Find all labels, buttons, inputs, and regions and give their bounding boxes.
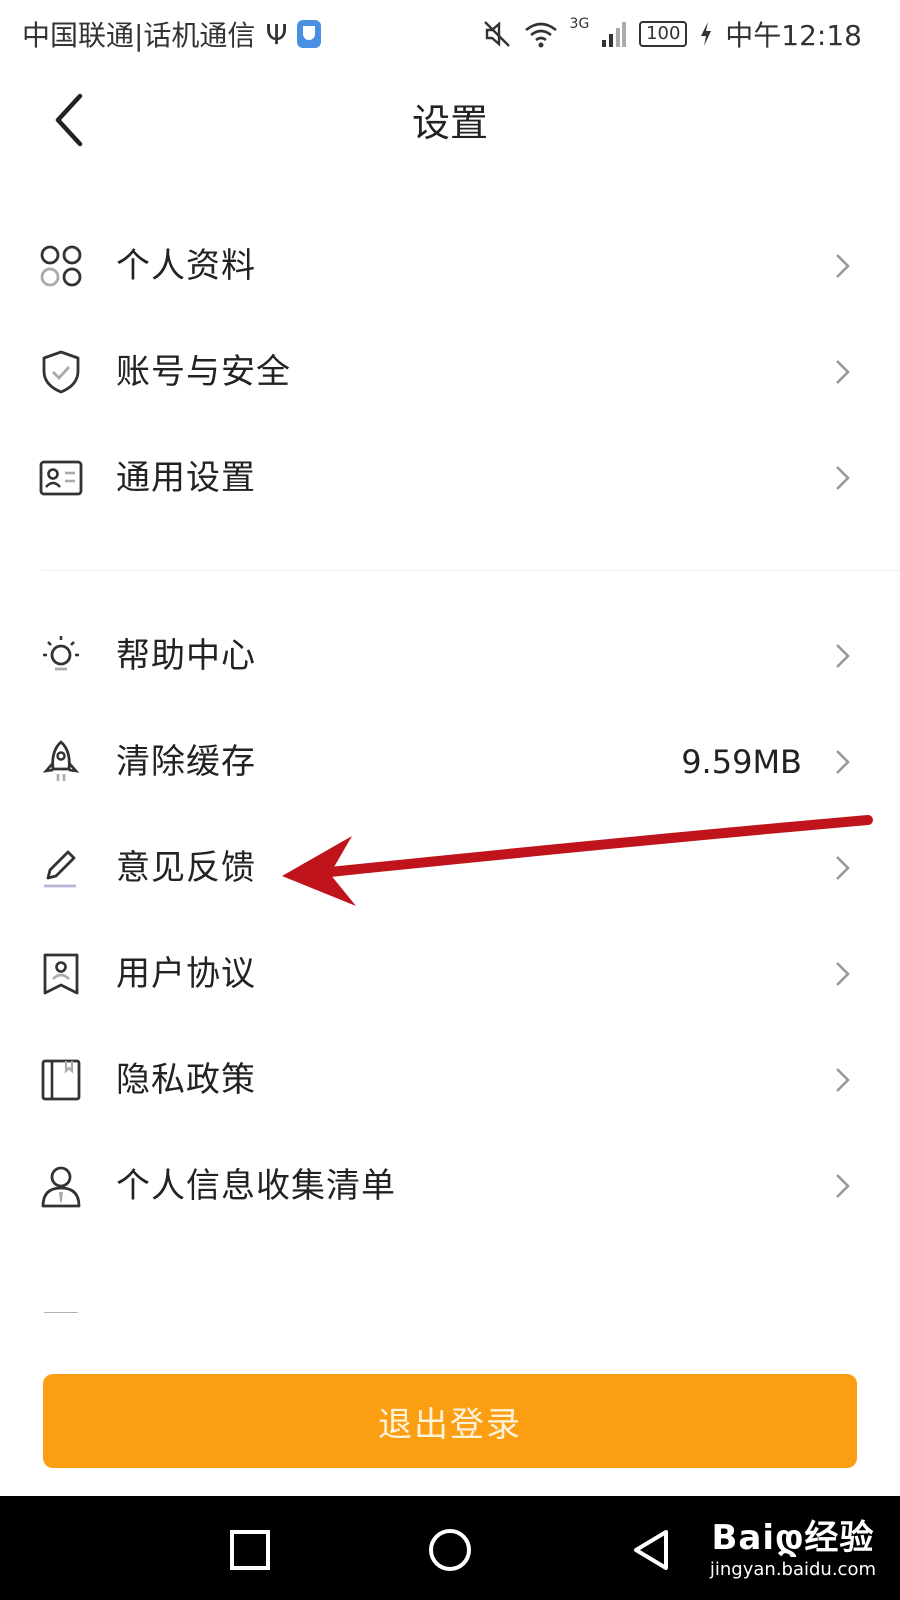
menu-item-label: 个人资料	[116, 246, 256, 286]
chevron-right-icon	[836, 360, 850, 384]
back-triangle-icon[interactable]	[626, 1524, 678, 1576]
book-icon	[41, 1059, 81, 1101]
watermark: Baiდ经验 jingyan.baidu.com	[710, 1510, 876, 1580]
battery-icon: 100	[639, 21, 688, 47]
chevron-right-icon	[836, 1068, 850, 1092]
watermark-url: jingyan.baidu.com	[709, 1559, 876, 1580]
status-bar: 中国联通|话机通信 Ψ 3G 100 中午12:18	[0, 0, 900, 64]
menu-item-feedback[interactable]: 意见反馈	[0, 818, 900, 918]
logout-button[interactable]: 退出登录	[43, 1374, 857, 1468]
system-nav-bar: Baiდ经验 jingyan.baidu.com	[0, 1496, 900, 1600]
lightbulb-icon	[43, 636, 79, 671]
menu-item-privacy-policy[interactable]: 隐私政策	[0, 1030, 900, 1130]
network-type: 3G	[569, 16, 590, 32]
chevron-right-icon	[836, 466, 850, 490]
watermark-logo: Baiდ经验	[711, 1518, 875, 1558]
home-icon[interactable]	[424, 1524, 476, 1576]
carrier-text: 中国联通|话机通信	[22, 19, 256, 52]
usb-icon: Ψ	[265, 17, 288, 51]
menu-item-profile[interactable]: 个人资料	[0, 216, 900, 316]
chevron-right-icon	[836, 750, 850, 774]
menu-item-personal-info-list[interactable]: 个人信息收集清单	[0, 1136, 900, 1236]
clock: 中午12:18	[725, 19, 862, 52]
pencil-icon	[44, 850, 76, 888]
chevron-right-icon	[836, 856, 850, 880]
person-icon	[41, 1166, 81, 1208]
menu-item-help-center[interactable]: 帮助中心	[0, 606, 900, 706]
signal-icon	[602, 22, 627, 47]
security-app-icon	[297, 20, 322, 48]
chevron-right-icon	[836, 644, 850, 668]
menu-item-label: 意见反馈	[116, 848, 256, 888]
top-bar: 设置	[0, 64, 900, 174]
user-document-icon	[43, 953, 79, 995]
chevron-right-icon	[836, 1174, 850, 1198]
section-divider	[42, 570, 900, 571]
shield-icon	[42, 350, 80, 394]
menu-item-account-security[interactable]: 账号与安全	[0, 322, 900, 422]
menu-item-label: 帮助中心	[116, 636, 256, 676]
menu-item-label: 个人信息收集清单	[116, 1166, 396, 1206]
recent-apps-icon[interactable]	[224, 1524, 276, 1576]
menu-item-label: 账号与安全	[116, 352, 291, 392]
rocket-icon	[42, 740, 80, 781]
mute-icon	[483, 21, 510, 47]
profile-grid-icon	[40, 245, 82, 287]
id-card-icon	[39, 460, 83, 496]
menu-item-user-agreement[interactable]: 用户协议	[0, 924, 900, 1024]
chevron-right-icon	[836, 962, 850, 986]
menu-item-clear-cache[interactable]: 清除缓存 9.59MB	[0, 712, 900, 812]
scroll-clip	[0, 1272, 900, 1312]
menu-item-label: 清除缓存	[116, 742, 256, 782]
menu-item-label: 通用设置	[116, 458, 256, 498]
menu-item-label: 隐私政策	[116, 1060, 256, 1100]
wifi-icon	[524, 22, 557, 48]
cache-size: 9.59MB	[681, 743, 802, 781]
chevron-right-icon	[836, 254, 850, 278]
charging-icon	[701, 22, 712, 46]
menu-item-general-settings[interactable]: 通用设置	[0, 428, 900, 528]
page-title: 设置	[411, 101, 488, 145]
menu-item-label: 用户协议	[116, 954, 256, 994]
